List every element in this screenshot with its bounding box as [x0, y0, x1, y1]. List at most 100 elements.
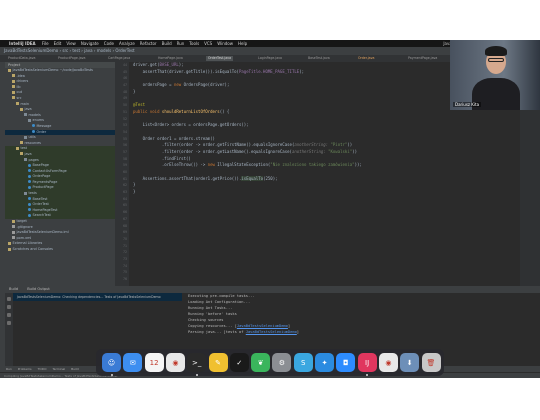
folder-icon [12, 219, 15, 223]
build-tree-row[interactable]: JavaBdTestsSeleniumDemo: Checking depend… [13, 293, 182, 301]
code-line[interactable]: .filter(order -> order.getFirstName().eq… [129, 142, 520, 149]
code-line[interactable] [129, 116, 520, 123]
menu-item[interactable]: Analyze [119, 41, 135, 46]
editor-tab[interactable]: LoginPage.java [256, 56, 284, 61]
menu-item[interactable]: Navigate [81, 41, 99, 46]
chrome-icon[interactable]: ◉ [165, 353, 185, 372]
editor-tab[interactable]: ProductData.java [6, 56, 37, 61]
console-link[interactable]: JavaBdTestsSeleniumDemo [246, 330, 297, 334]
code-token: OrdersPage(driver); [183, 82, 230, 88]
code-line[interactable] [129, 129, 520, 136]
editor-tab[interactable]: PaymentPage.java [406, 56, 439, 61]
code-token: } [133, 88, 136, 94]
code-token: )) [347, 142, 353, 148]
tree-item-label: main [20, 101, 29, 106]
code-token: PageTitle.HOME_PAGE_TITLE [238, 68, 300, 74]
folder-icon [8, 241, 11, 245]
tool-window-tab[interactable]: Problems [18, 367, 32, 371]
tool-window-tab[interactable]: Terminal [52, 367, 65, 371]
mail-icon[interactable]: ✉ [123, 353, 143, 372]
code-token: } [133, 182, 136, 188]
menu-item[interactable]: Window [217, 41, 233, 46]
menu-item[interactable]: Help [238, 41, 247, 46]
running-indicator [110, 373, 113, 376]
line-number: 57 [122, 149, 127, 154]
evernote-icon[interactable]: ❦ [251, 353, 271, 372]
menu-item[interactable]: Run [177, 41, 185, 46]
rerun-icon[interactable] [7, 297, 11, 301]
menu-item[interactable]: File [42, 41, 49, 46]
class-icon [28, 163, 31, 167]
zoom-icon[interactable]: ◘ [336, 353, 356, 372]
menu-item[interactable]: Build [162, 41, 172, 46]
tree-item-label: enums [32, 118, 44, 123]
line-number: 44 [122, 63, 127, 67]
editor-tab[interactable]: CartPage.java [106, 56, 132, 61]
console-link[interactable]: JavaBdTestsSeleniumDemo [237, 324, 288, 328]
macos-dock: ☺ ✉ 12 ◉ >_ ✎ ✓ ❦ ⚙ S ✦ ◘ IJ ◉ ⬇ 🗑 [96, 349, 444, 376]
editor-tab[interactable]: BaseTest.java [306, 56, 332, 61]
class-icon [28, 202, 31, 206]
tool-window-tab[interactable]: Build [71, 367, 79, 371]
code-line[interactable]: Order order1 = orders.stream() [129, 136, 520, 143]
line-number: 49 [122, 96, 127, 101]
tree-item[interactable]: Scratches and Consoles [5, 247, 115, 253]
pin-icon[interactable] [7, 321, 11, 325]
safari-icon[interactable]: ✦ [315, 353, 334, 372]
build-tool-window-header: Build Build Output [5, 286, 540, 293]
running-indicator [195, 373, 198, 376]
code-line[interactable]: } [129, 182, 520, 189]
trash-icon[interactable]: 🗑 [421, 353, 441, 372]
code-line[interactable]: Assertions.assertThat(order1.getPrice())… [129, 175, 520, 183]
editor-tab[interactable]: OrderTest.java [206, 56, 234, 61]
line-number: 61 [122, 176, 127, 181]
terminal-icon[interactable]: >_ [187, 353, 207, 372]
folder-icon [20, 141, 23, 145]
filter-icon[interactable] [7, 313, 11, 317]
editor-tab[interactable]: ProductPage.java [56, 56, 88, 61]
menubar-app[interactable]: IntelliJ IDEA [9, 41, 36, 46]
code-line[interactable]: } [129, 189, 520, 196]
code-line[interactable]: List<Order> orders = ordersPage.getOrder… [129, 122, 520, 129]
menu-item[interactable]: Tools [189, 41, 199, 46]
line-number: 64 [122, 196, 127, 201]
stop-icon[interactable] [7, 305, 11, 309]
code-line[interactable]: .orElseThrow(() -> new IllegalStateExcep… [129, 162, 520, 169]
code-line[interactable] [129, 169, 520, 176]
check-icon[interactable]: ✓ [229, 353, 249, 372]
intellij-icon[interactable]: IJ [357, 353, 377, 372]
menu-item[interactable]: Code [104, 41, 114, 46]
code-line[interactable]: .filter(order -> order.getLastName().equ… [129, 149, 520, 156]
class-icon [28, 213, 31, 217]
line-number: 63 [122, 190, 127, 195]
editor-tab[interactable]: HomePage.java [156, 56, 185, 61]
package-icon [28, 118, 31, 122]
chrome-icon-2[interactable]: ◉ [378, 353, 398, 372]
tool-window-tab[interactable]: TODO [38, 367, 47, 371]
line-number: 62 [122, 183, 127, 188]
tree-item-label: pom.xml [16, 235, 32, 240]
calendar-icon[interactable]: 12 [144, 353, 164, 372]
menu-item[interactable]: Edit [54, 41, 62, 46]
line-number: 58 [122, 156, 127, 161]
code-token: @Test [133, 102, 146, 108]
settings-icon[interactable]: ⚙ [272, 353, 292, 372]
editor-tab[interactable]: Order.java [356, 56, 376, 61]
line-number: 65 [122, 203, 127, 208]
menu-item[interactable]: VCS [204, 41, 212, 46]
menu-item[interactable]: Refactor [140, 41, 157, 46]
build-tab[interactable]: Build [9, 287, 18, 291]
build-output-tab[interactable]: Build Output [27, 287, 50, 291]
code-line[interactable]: .findFirst() [129, 156, 520, 163]
menu-item[interactable]: View [66, 41, 76, 46]
line-number: 50 [122, 103, 127, 108]
webcam-overlay: Dariusz Kita [450, 40, 540, 110]
tool-window-tab[interactable]: Run [6, 367, 12, 371]
scripts-icon[interactable]: ✎ [208, 353, 228, 372]
skype-icon[interactable]: S [293, 353, 313, 372]
tree-item-label: SearchTest [32, 213, 51, 218]
finder-icon[interactable]: ☺ [102, 353, 121, 372]
downloads-icon[interactable]: ⬇ [400, 353, 420, 372]
package-icon [24, 113, 27, 117]
tree-item-label: utils [28, 135, 36, 140]
